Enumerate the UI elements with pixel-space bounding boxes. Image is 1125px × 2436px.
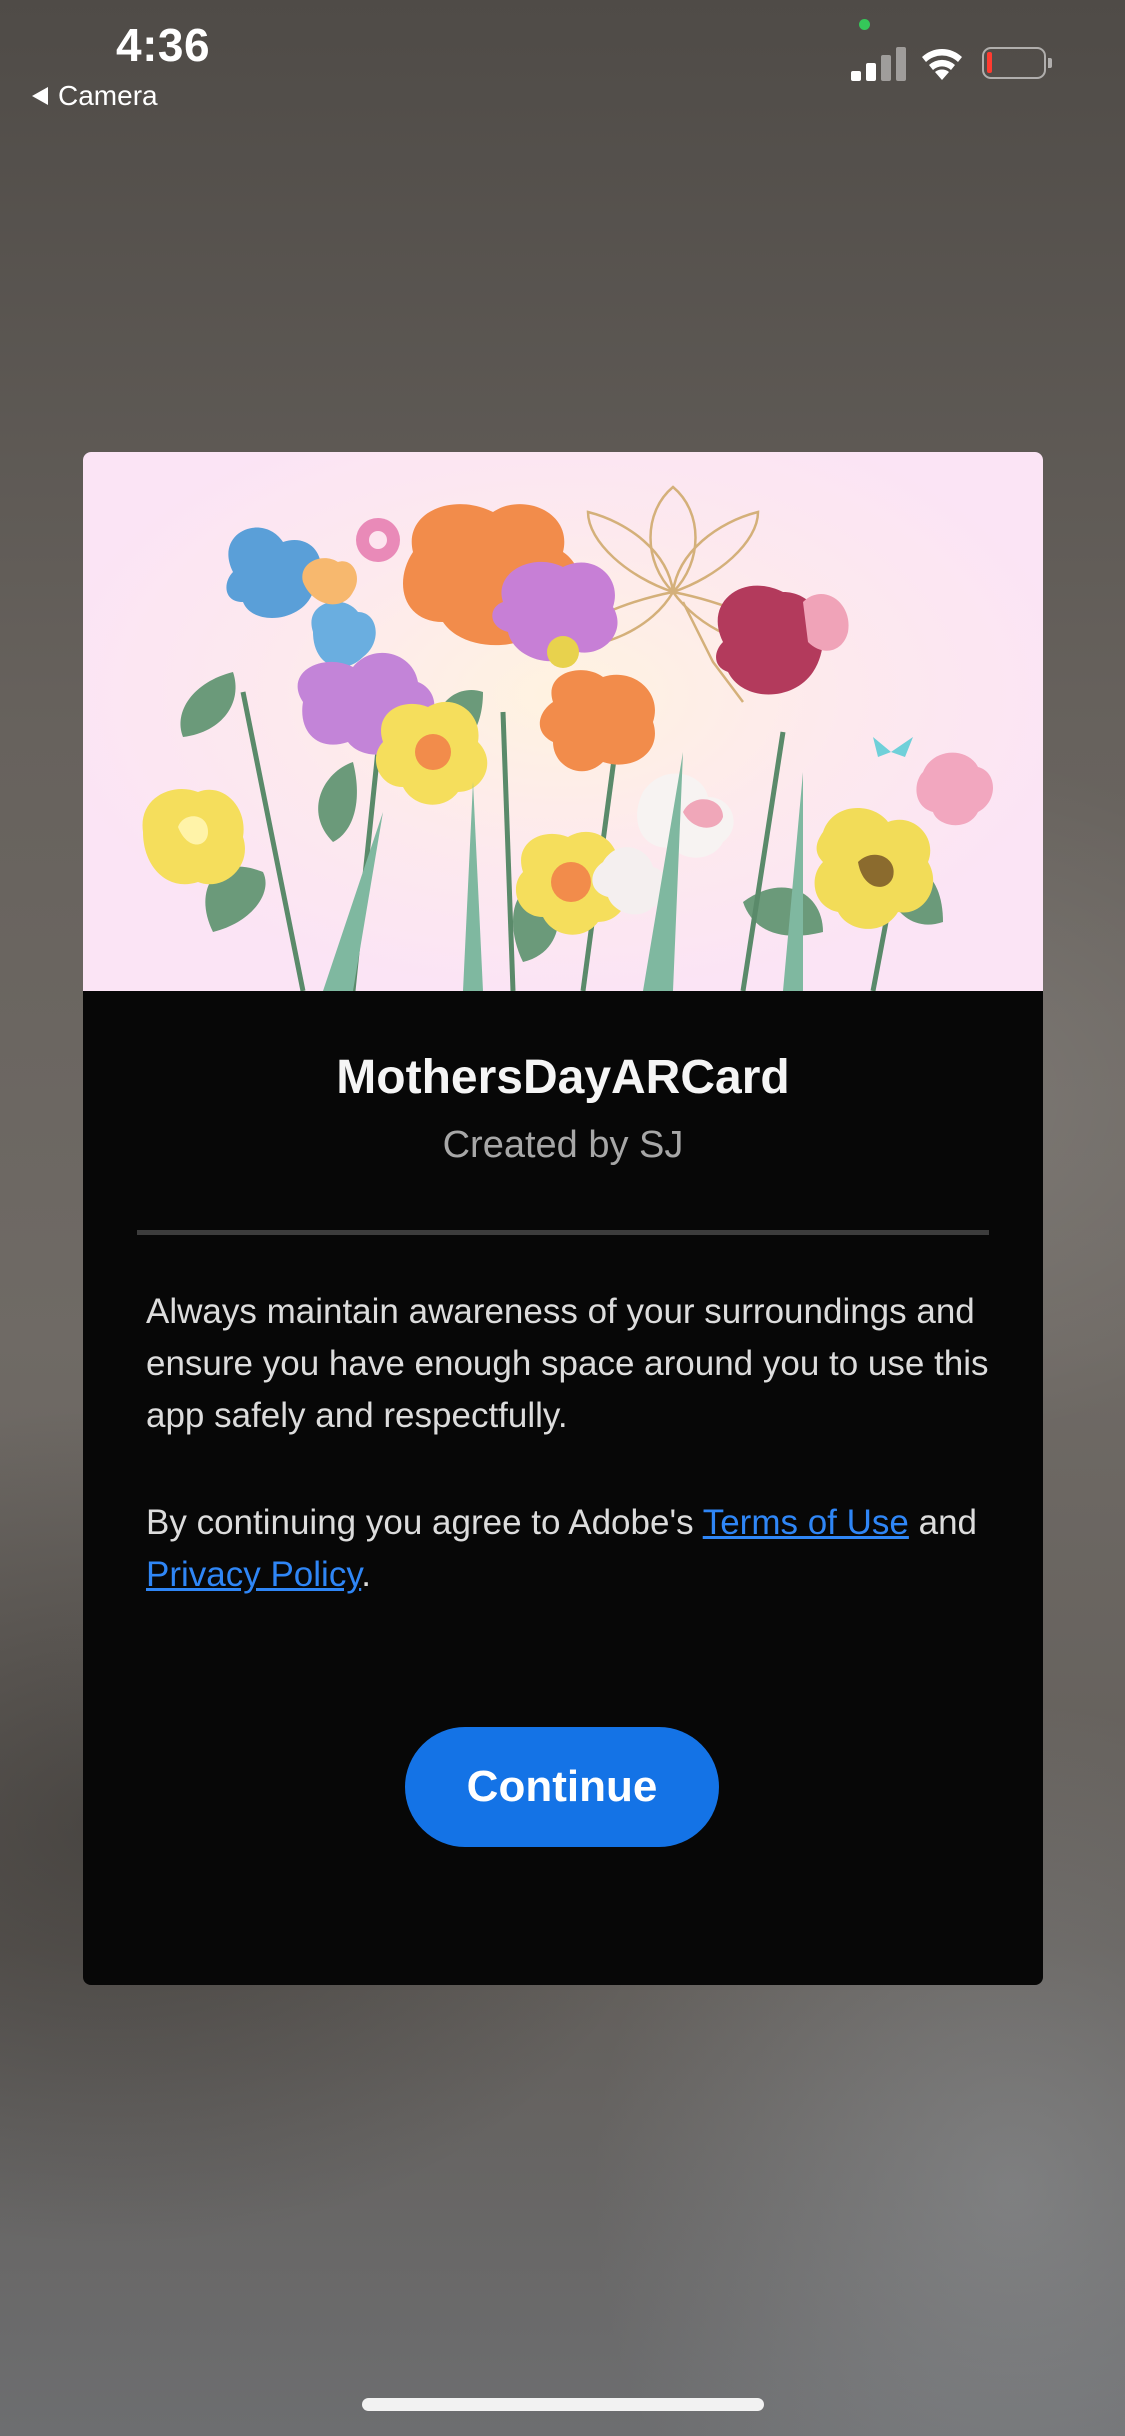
wifi-icon: [922, 49, 962, 80]
divider: [137, 1230, 989, 1235]
card-creator: Created by SJ: [442, 1124, 684, 1166]
card-hero-illustration: [83, 452, 1043, 991]
legal-prefix: By continuing you agree to Adobe's: [146, 1503, 703, 1542]
status-bar: 4:36 Camera: [0, 0, 1125, 120]
battery-icon: [982, 47, 1046, 79]
card-title: MothersDayARCard: [336, 1051, 790, 1104]
continue-button[interactable]: Continue: [405, 1727, 719, 1847]
back-arrow-icon: [32, 87, 48, 105]
status-time: 4:36: [116, 19, 211, 71]
privacy-policy-link[interactable]: Privacy Policy: [146, 1555, 361, 1594]
back-label: Camera: [58, 80, 158, 111]
camera-in-use-indicator: [859, 19, 870, 30]
legal-suffix: .: [361, 1555, 371, 1594]
back-to-camera-link[interactable]: Camera: [32, 80, 158, 112]
safety-notice: Always maintain awareness of your surrou…: [146, 1292, 989, 1435]
home-indicator[interactable]: [362, 2398, 764, 2411]
ar-experience-card: MothersDayARCard Created by SJ Always ma…: [83, 452, 1043, 1985]
battery-level: [987, 52, 992, 73]
cellular-signal-icon: [851, 47, 906, 81]
legal-notice: By continuing you agree to Adobe's Terms…: [146, 1497, 996, 1601]
terms-of-use-link[interactable]: Terms of Use: [703, 1503, 909, 1542]
legal-and: and: [908, 1503, 977, 1542]
flower-bouquet-illustration: [142, 485, 993, 991]
battery-cap: [1048, 58, 1052, 68]
